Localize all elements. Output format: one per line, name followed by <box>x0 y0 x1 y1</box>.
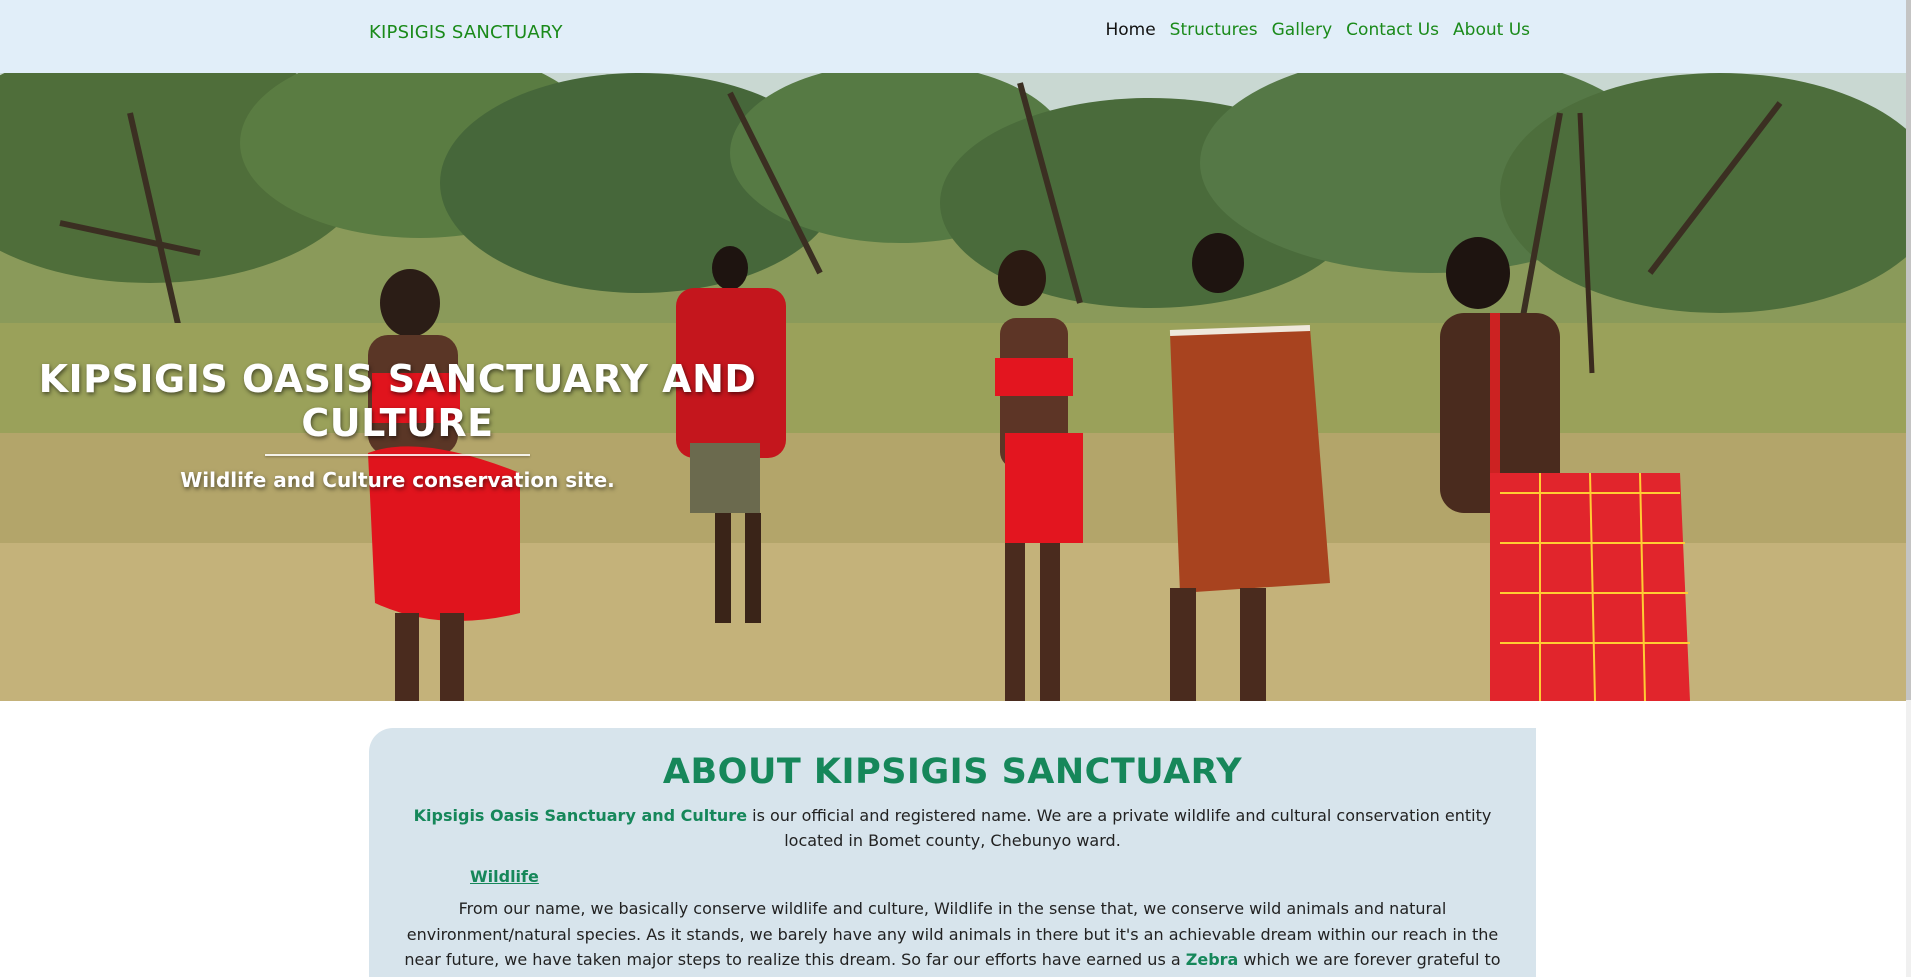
main-nav: Home Structures Gallery Contact Us About… <box>1105 20 1530 40</box>
nav-link-gallery[interactable]: Gallery <box>1272 20 1333 40</box>
nav-link-about-us[interactable]: About Us <box>1453 20 1530 40</box>
nav-link-home[interactable]: Home <box>1105 20 1155 40</box>
about-intro-text: is our official and registered name. We … <box>747 806 1492 850</box>
hero-title: KIPSIGIS OASIS SANCTUARY AND CULTURE <box>38 357 757 445</box>
about-intro-paragraph: Kipsigis Oasis Sanctuary and Culture is … <box>409 803 1496 853</box>
nav-link-structures[interactable]: Structures <box>1170 20 1258 40</box>
page-scrollbar[interactable] <box>1906 0 1911 977</box>
nav-link-contact-us[interactable]: Contact Us <box>1346 20 1439 40</box>
sanctuary-name-highlight: Kipsigis Oasis Sanctuary and Culture <box>413 806 748 825</box>
hero-caption: KIPSIGIS OASIS SANCTUARY AND CULTURE Wil… <box>0 357 795 492</box>
brand-logo-link[interactable]: KIPSIGIS SANCTUARY <box>369 22 563 43</box>
hero-banner: KIPSIGIS OASIS SANCTUARY AND CULTURE Wil… <box>0 73 1906 701</box>
top-navbar: KIPSIGIS SANCTUARY Home Structures Galle… <box>0 0 1906 73</box>
about-section: ABOUT KIPSIGIS SANCTUARY Kipsigis Oasis … <box>369 728 1536 977</box>
hero-subtitle: Wildlife and Culture conservation site. <box>180 468 615 492</box>
about-heading: ABOUT KIPSIGIS SANCTUARY <box>662 752 1243 792</box>
zebra-highlight: Zebra <box>1185 950 1239 969</box>
wildlife-paragraph: From our name, we basically conserve wil… <box>399 896 1506 977</box>
scrollbar-thumb[interactable] <box>1906 0 1911 700</box>
wildlife-section-link[interactable]: Wildlife <box>470 867 539 886</box>
hero-divider <box>265 454 530 456</box>
